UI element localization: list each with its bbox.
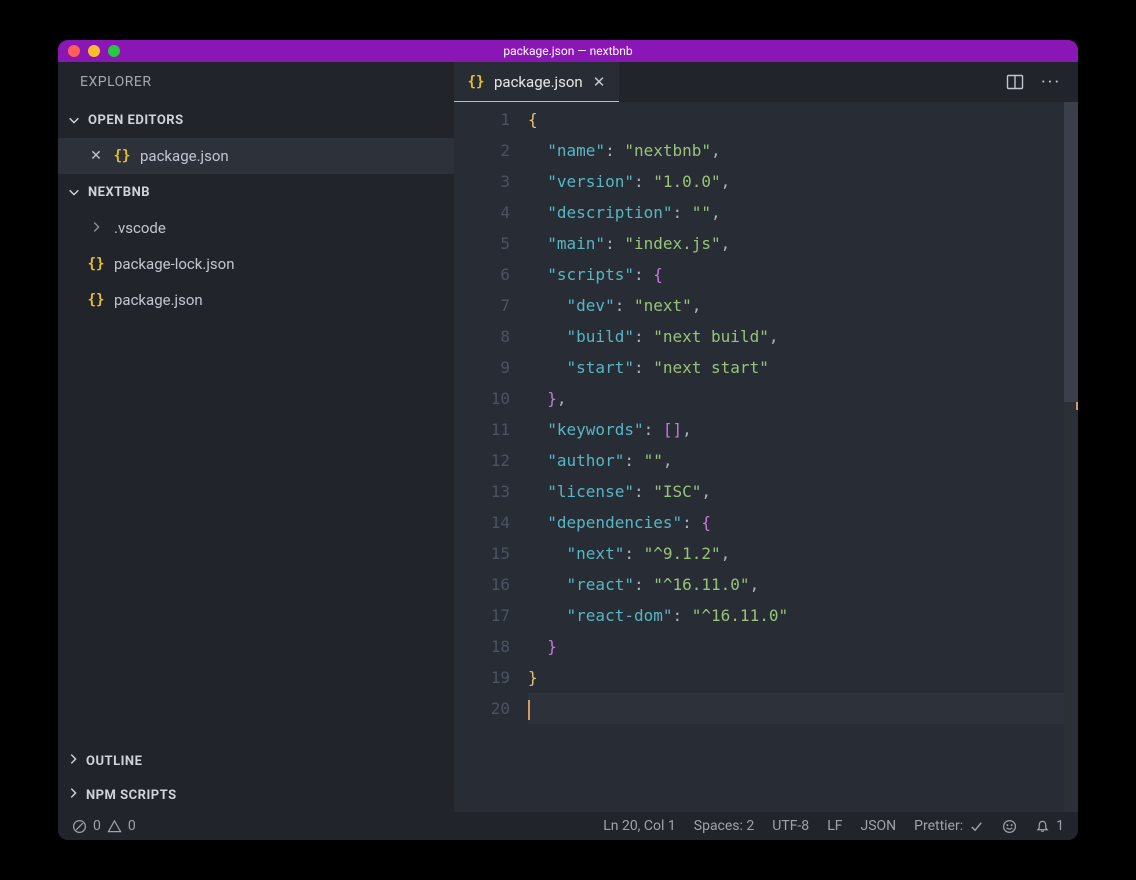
project-item-file[interactable]: {} package.json bbox=[58, 282, 454, 318]
chevron-right-icon bbox=[88, 220, 104, 237]
minimap-thumb[interactable] bbox=[1064, 102, 1078, 402]
titlebar: package.json — nextbnb bbox=[58, 40, 1078, 62]
main-area: EXPLORER OPEN EDITORS ✕ {} package.json … bbox=[58, 62, 1078, 812]
chevron-right-icon bbox=[66, 786, 80, 804]
close-icon[interactable]: ✕ bbox=[593, 73, 606, 91]
chevron-down-icon bbox=[66, 112, 82, 128]
json-file-icon: {} bbox=[468, 74, 484, 90]
window-title: package.json — nextbnb bbox=[58, 44, 1078, 58]
project-item-label: .vscode bbox=[114, 219, 166, 237]
minimap-overview-mark bbox=[1076, 402, 1078, 410]
smiley-icon bbox=[1002, 819, 1017, 834]
npm-scripts-section[interactable]: NPM SCRIPTS bbox=[58, 778, 454, 812]
status-bar: 0 0 Ln 20, Col 1 Spaces: 2 UTF-8 LF JSON… bbox=[58, 812, 1078, 840]
tab-bar: {} package.json ✕ ··· bbox=[454, 62, 1078, 102]
npm-scripts-label: NPM SCRIPTS bbox=[86, 788, 177, 803]
outline-label: OUTLINE bbox=[86, 754, 142, 769]
status-feedback[interactable] bbox=[1002, 819, 1017, 834]
editor-area: {} package.json ✕ ··· 123456789101112131… bbox=[454, 62, 1078, 812]
status-prettier[interactable]: Prettier: bbox=[914, 818, 984, 834]
close-window-icon[interactable] bbox=[68, 45, 80, 57]
open-editor-item-label: package.json bbox=[140, 147, 229, 165]
status-notifications-count: 1 bbox=[1056, 818, 1064, 834]
outline-section[interactable]: OUTLINE bbox=[58, 744, 454, 778]
open-editor-item[interactable]: ✕ {} package.json bbox=[58, 138, 454, 174]
status-indent[interactable]: Spaces: 2 bbox=[694, 818, 755, 834]
maximize-window-icon[interactable] bbox=[108, 45, 120, 57]
status-warnings-count: 0 bbox=[128, 818, 136, 834]
status-notifications[interactable]: 1 bbox=[1035, 818, 1064, 834]
tab-label: package.json bbox=[494, 73, 583, 91]
check-icon bbox=[969, 819, 984, 834]
explorer-sidebar: EXPLORER OPEN EDITORS ✕ {} package.json … bbox=[58, 62, 454, 812]
open-editors-section[interactable]: OPEN EDITORS bbox=[58, 102, 454, 138]
status-eol[interactable]: LF bbox=[827, 818, 842, 834]
status-cursor[interactable]: Ln 20, Col 1 bbox=[603, 818, 676, 834]
minimap[interactable] bbox=[1064, 102, 1078, 812]
explorer-header: EXPLORER bbox=[58, 62, 454, 102]
bell-icon bbox=[1035, 819, 1050, 834]
split-editor-icon[interactable] bbox=[1006, 73, 1024, 91]
status-encoding[interactable]: UTF-8 bbox=[772, 818, 809, 834]
code-content[interactable]: { "name": "nextbnb", "version": "1.0.0",… bbox=[528, 102, 1064, 812]
line-gutter: 1234567891011121314151617181920 bbox=[454, 102, 528, 812]
editor-window: package.json — nextbnb EXPLORER OPEN EDI… bbox=[58, 40, 1078, 840]
json-file-icon: {} bbox=[114, 148, 130, 164]
project-item-file[interactable]: {} package-lock.json bbox=[58, 246, 454, 282]
more-actions-icon[interactable]: ··· bbox=[1042, 73, 1060, 91]
json-file-icon: {} bbox=[88, 292, 104, 308]
code-area[interactable]: 1234567891011121314151617181920 { "name"… bbox=[454, 102, 1078, 812]
traffic-lights bbox=[58, 45, 120, 57]
project-item-label: package-lock.json bbox=[114, 255, 235, 273]
json-file-icon: {} bbox=[88, 256, 104, 272]
open-editors-label: OPEN EDITORS bbox=[88, 113, 184, 128]
chevron-right-icon bbox=[66, 752, 80, 770]
minimize-window-icon[interactable] bbox=[88, 45, 100, 57]
project-section-label: NEXTBNB bbox=[88, 185, 150, 200]
tab-package-json[interactable]: {} package.json ✕ bbox=[454, 62, 619, 102]
chevron-down-icon bbox=[66, 184, 82, 200]
project-item-label: package.json bbox=[114, 291, 203, 309]
status-problems[interactable]: 0 0 bbox=[72, 818, 136, 834]
status-language[interactable]: JSON bbox=[860, 818, 896, 834]
tab-actions: ··· bbox=[1006, 62, 1078, 102]
close-icon[interactable]: ✕ bbox=[88, 148, 104, 164]
status-errors-count: 0 bbox=[93, 818, 101, 834]
project-item-folder[interactable]: .vscode bbox=[58, 210, 454, 246]
project-section[interactable]: NEXTBNB bbox=[58, 174, 454, 210]
